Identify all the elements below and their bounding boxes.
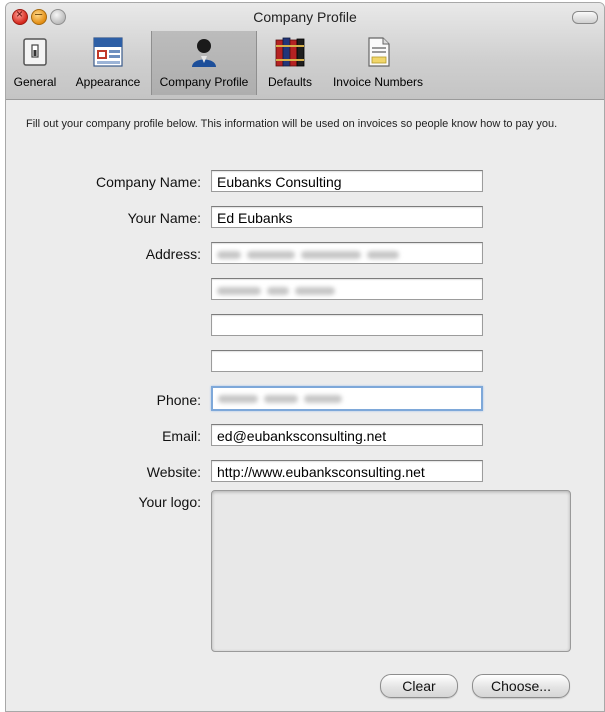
tab-defaults[interactable]: Defaults [260,31,320,95]
logo-image-well[interactable] [211,490,571,652]
tab-label: General [13,75,57,89]
title-toolbar: Company Profile General Appearance [6,3,604,100]
redacted-text [295,287,335,296]
redacted-text [264,395,298,404]
redacted-text [301,251,361,260]
tab-label: Appearance [75,75,141,89]
logo-label: Your logo: [138,494,201,510]
tab-label: Company Profile [159,75,249,89]
toolbar-toggle-button[interactable] [572,11,598,24]
window-title: Company Profile [253,9,357,25]
website-field[interactable]: http://www.eubanksconsulting.net [211,460,483,482]
redacted-text [218,395,258,404]
tab-label: Invoice Numbers [332,75,424,89]
your-name-label: Your Name: [127,210,201,226]
tab-general[interactable]: General [10,31,60,95]
person-icon [192,39,216,67]
tab-invoice-numbers[interactable]: Invoice Numbers [326,31,430,95]
address-line-4-field[interactable] [211,350,483,372]
redacted-text [367,251,399,260]
document-icon [368,37,390,67]
company-name-field[interactable]: Eubanks Consulting [211,170,483,192]
redacted-text [217,251,241,260]
redacted-text [217,287,261,296]
phone-label: Phone: [156,392,201,408]
company-profile-pane: Fill out your company profile below. Thi… [6,100,604,711]
tab-appearance[interactable]: Appearance [69,31,147,95]
choose-button[interactable]: Choose... [472,674,570,698]
email-field[interactable]: ed@eubanksconsulting.net [211,424,483,446]
switch-icon [23,38,47,66]
clear-button[interactable]: Clear [380,674,458,698]
address-line-3-field[interactable] [211,314,483,336]
instructions-text: Fill out your company profile below. Thi… [26,118,558,130]
tab-company-profile[interactable]: Company Profile [151,31,257,95]
your-name-field[interactable]: Ed Eubanks [211,206,483,228]
email-label: Email: [162,428,201,444]
phone-field[interactable] [211,386,483,411]
address-line-1-field[interactable] [211,242,483,264]
preferences-window: Company Profile General Appearance [5,2,605,712]
address-label: Address: [145,246,201,262]
books-icon [275,37,305,67]
website-label: Website: [146,464,201,480]
appearance-icon [93,37,123,67]
redacted-text [304,395,342,404]
redacted-text [247,251,295,260]
redacted-text [267,287,289,296]
tab-label: Defaults [267,75,313,89]
company-name-label: Company Name: [95,174,201,190]
address-line-2-field[interactable] [211,278,483,300]
